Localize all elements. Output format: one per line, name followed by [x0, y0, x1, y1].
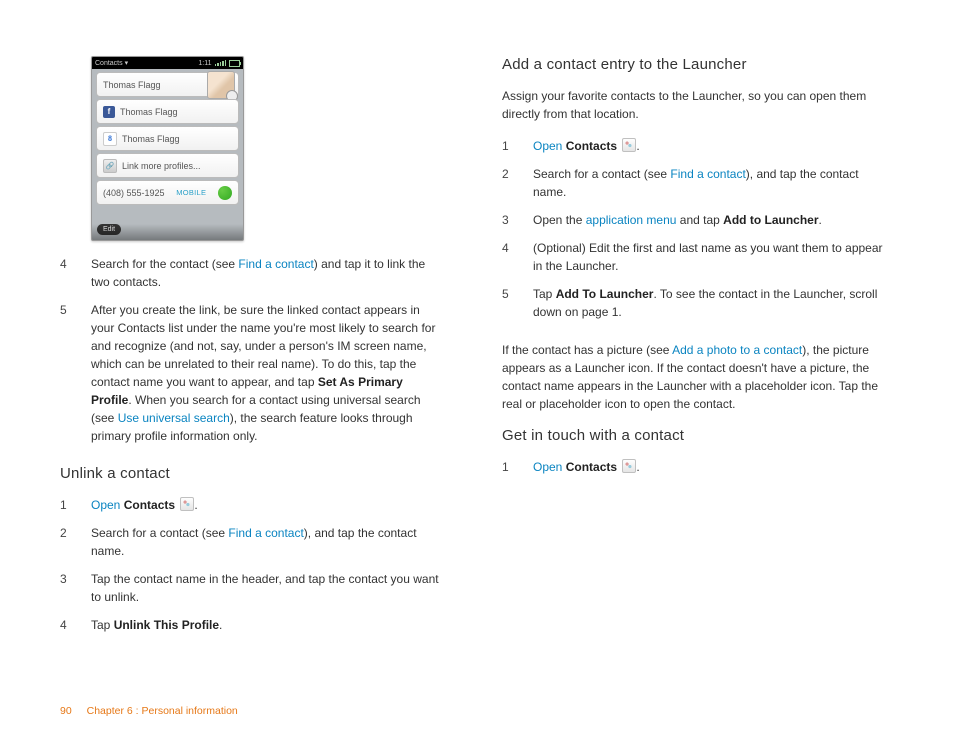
- screenshot-app-title: Contacts ▾: [95, 59, 128, 67]
- step-item: 1 Open Contacts .: [502, 137, 888, 155]
- step-number: 3: [60, 570, 91, 606]
- add-launcher-heading: Add a contact entry to the Launcher: [502, 56, 888, 73]
- add-to-launcher-bold: Add to Launcher: [723, 213, 818, 227]
- chapter-label: Chapter 6 : Personal information: [87, 705, 238, 717]
- contacts-app-icon: [622, 138, 636, 152]
- find-a-contact-link[interactable]: Find a contact: [228, 526, 303, 540]
- step-item: 3 Open the application menu and tap Add …: [502, 211, 888, 229]
- step-number: 1: [502, 137, 533, 155]
- step-text: Open Contacts .: [91, 496, 446, 514]
- step-number: 1: [502, 458, 533, 476]
- step-text: Tap the contact name in the header, and …: [91, 570, 446, 606]
- add-photo-link[interactable]: Add a photo to a contact: [672, 343, 802, 357]
- add-launcher-intro: Assign your favorite contacts to the Lau…: [502, 87, 888, 123]
- phone-call-icon: [218, 186, 232, 200]
- find-a-contact-link[interactable]: Find a contact: [238, 257, 313, 271]
- screenshot-edit-button: Edit: [97, 224, 121, 235]
- step-number: 3: [502, 211, 533, 229]
- contacts-bold: Contacts: [120, 498, 175, 512]
- contact-photo-icon: [207, 71, 235, 99]
- get-in-touch-steps: 1 Open Contacts .: [502, 458, 888, 476]
- step-text: Search for a contact (see Find a contact…: [91, 524, 446, 560]
- step-text: (Optional) Edit the first and last name …: [533, 239, 888, 275]
- page: Contacts ▾ 1:11 Thomas Flagg: [0, 0, 954, 654]
- open-link[interactable]: Open: [533, 139, 562, 153]
- step-text: Open the application menu and tap Add to…: [533, 211, 888, 229]
- screenshot-contact-row: f Thomas Flagg: [96, 99, 239, 124]
- unlink-heading: Unlink a contact: [60, 465, 446, 482]
- step-text: Search for the contact (see Find a conta…: [91, 255, 446, 291]
- step-number: 4: [502, 239, 533, 275]
- screenshot-contact-name: Thomas Flagg: [103, 80, 161, 90]
- step-number: 1: [60, 496, 91, 514]
- step-item: 4 (Optional) Edit the first and last nam…: [502, 239, 888, 275]
- step-item: 2 Search for a contact (see Find a conta…: [502, 165, 888, 201]
- screenshot-contact-row: Thomas Flagg: [96, 72, 239, 97]
- page-footer: 90 Chapter 6 : Personal information: [60, 705, 238, 717]
- screenshot-link-more-row: Link more profiles...: [96, 153, 239, 178]
- add-launcher-steps: 1 Open Contacts . 2 Search for a contact…: [502, 137, 888, 321]
- step-item: 1 Open Contacts .: [60, 496, 446, 514]
- step-item: 5 After you create the link, be sure the…: [60, 301, 446, 445]
- step-number: 2: [60, 524, 91, 560]
- screenshot-phone-row: (408) 555-1925 MOBILE: [96, 180, 239, 205]
- google-icon: [103, 132, 117, 146]
- step-text: Open Contacts .: [533, 458, 888, 476]
- screenshot-phone-number: (408) 555-1925: [103, 188, 165, 198]
- launcher-picture-note: If the contact has a picture (see Add a …: [502, 341, 888, 413]
- step-text: After you create the link, be sure the l…: [91, 301, 446, 445]
- step-item: 4 Tap Unlink This Profile.: [60, 616, 446, 634]
- contacts-bold: Contacts: [562, 460, 617, 474]
- signal-bars-icon: [215, 60, 227, 66]
- contacts-app-icon: [622, 459, 636, 473]
- step-item: 2 Search for a contact (see Find a conta…: [60, 524, 446, 560]
- link-steps-continued: 4 Search for the contact (see Find a con…: [60, 255, 446, 445]
- left-column: Contacts ▾ 1:11 Thomas Flagg: [60, 56, 446, 654]
- unlink-this-profile-bold: Unlink This Profile: [114, 618, 219, 632]
- link-icon: [103, 159, 117, 173]
- step-text: Tap Add To Launcher. To see the contact …: [533, 285, 888, 321]
- screenshot-time: 1:11: [198, 60, 211, 67]
- step-number: 4: [60, 616, 91, 634]
- screenshot-mobile-label: MOBILE: [176, 188, 206, 197]
- screenshot-statusbar: Contacts ▾ 1:11: [92, 57, 243, 69]
- step-text: Search for a contact (see Find a contact…: [533, 165, 888, 201]
- battery-icon: [229, 60, 240, 67]
- open-link[interactable]: Open: [533, 460, 562, 474]
- phone-screenshot: Contacts ▾ 1:11 Thomas Flagg: [91, 56, 244, 241]
- step-number: 4: [60, 255, 91, 291]
- page-number: 90: [60, 705, 72, 717]
- step-text: Open Contacts .: [533, 137, 888, 155]
- screenshot-link-more-text: Link more profiles...: [122, 161, 201, 171]
- step-item: 1 Open Contacts .: [502, 458, 888, 476]
- step-item: 4 Search for the contact (see Find a con…: [60, 255, 446, 291]
- screenshot-contact-row: Thomas Flagg: [96, 126, 239, 151]
- contacts-bold: Contacts: [562, 139, 617, 153]
- screenshot-body: Thomas Flagg f Thomas Flagg Thomas Flagg…: [92, 69, 243, 205]
- use-universal-search-link[interactable]: Use universal search: [118, 411, 230, 425]
- screenshot-contact-name: Thomas Flagg: [120, 107, 178, 117]
- contacts-app-icon: [180, 497, 194, 511]
- step-number: 5: [60, 301, 91, 445]
- step-number: 2: [502, 165, 533, 201]
- open-link[interactable]: Open: [91, 498, 120, 512]
- step-number: 5: [502, 285, 533, 321]
- add-to-launcher-bold: Add To Launcher: [556, 287, 654, 301]
- step-item: 5 Tap Add To Launcher. To see the contac…: [502, 285, 888, 321]
- get-in-touch-heading: Get in touch with a contact: [502, 427, 888, 444]
- find-a-contact-link[interactable]: Find a contact: [670, 167, 745, 181]
- screenshot-contact-name: Thomas Flagg: [122, 134, 180, 144]
- unlink-steps: 1 Open Contacts . 2 Search for a contact…: [60, 496, 446, 634]
- facebook-icon: f: [103, 106, 115, 118]
- step-item: 3 Tap the contact name in the header, an…: [60, 570, 446, 606]
- right-column: Add a contact entry to the Launcher Assi…: [502, 56, 888, 654]
- application-menu-link[interactable]: application menu: [586, 213, 677, 227]
- step-text: Tap Unlink This Profile.: [91, 616, 446, 634]
